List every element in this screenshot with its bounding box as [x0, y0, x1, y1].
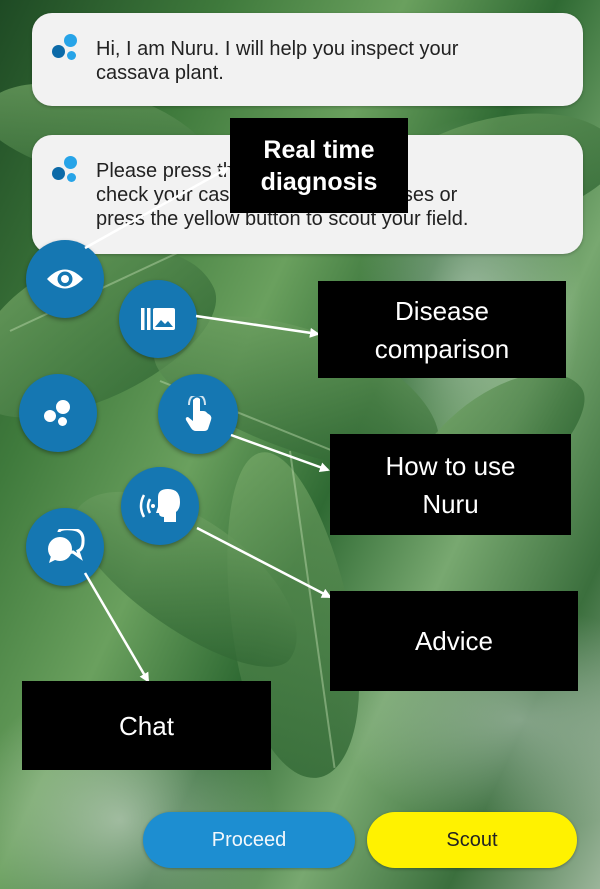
arrow-realtime: [84, 166, 230, 250]
arrow-comparison: [195, 314, 320, 338]
arrow-advice: [196, 526, 332, 599]
callout-realtime-diagnosis: Real time diagnosis: [230, 118, 408, 213]
app-screen: Hi, I am Nuru. I will help you inspect y…: [0, 0, 600, 889]
callout-chat: Chat: [22, 681, 271, 770]
arrow-howto: [230, 433, 330, 472]
arrow-chat: [83, 572, 150, 683]
proceed-button[interactable]: Proceed: [143, 812, 355, 868]
callout-how-to-use: How to use Nuru: [330, 434, 571, 535]
scout-button[interactable]: Scout: [367, 812, 577, 868]
callout-advice: Advice: [330, 591, 578, 691]
callout-disease-comparison: Disease comparison: [318, 281, 566, 378]
